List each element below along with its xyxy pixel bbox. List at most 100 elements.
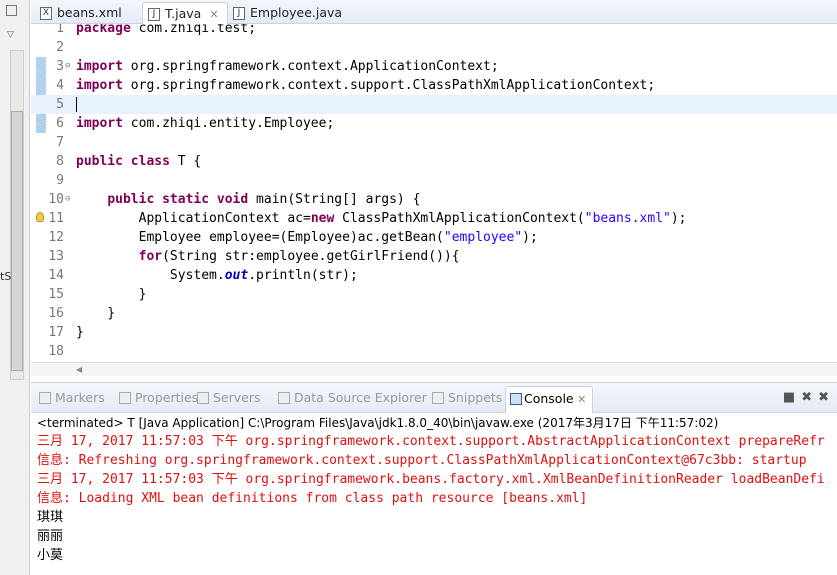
code-editor[interactable]: 1 package com.zhiqi.test; 2 3 ⊖ import org.sp… [31,24,837,362]
panel-tab-data-source-explorer[interactable]: Data Source Explorer [276,390,427,406]
console-line: 琪琪 [37,510,64,525]
fold-icon[interactable]: ⊖ [65,57,70,76]
partial-text: tS [0,270,12,283]
code-line[interactable]: 17} [31,323,837,342]
code-line[interactable]: 14 System.out.println(str); [31,266,837,285]
code-line[interactable]: 18 [31,342,837,361]
code-text: } [76,323,84,342]
code-line[interactable]: 8 public class T { [31,152,837,171]
warning-lightbulb-icon[interactable] [36,212,44,222]
line-number: 7 [56,135,64,150]
code-token: package [76,24,131,36]
line-number: 14 [48,268,64,283]
code-line[interactable]: 10 ⊖ public static void main(String[] arg… [31,190,837,209]
properties-icon [119,392,131,404]
code-token: import [76,78,123,93]
code-token: static [162,192,210,207]
scroll-left-icon[interactable]: ◀ [76,363,82,377]
code-line[interactable]: 7 [31,133,837,152]
tab-label: Markers [55,390,105,405]
code-token: ); [522,230,538,245]
panel-tab-console[interactable]: Console ✕ [505,386,594,413]
code-line[interactable]: 13 for(String str:employee.getGirlFriend… [31,247,837,266]
tab-t-java[interactable]: J T.java ✕ [142,2,228,24]
scrollbar-thumb[interactable] [11,111,23,371]
code-line[interactable]: 1 package com.zhiqi.test; [31,24,837,38]
tab-label: T.java [165,6,202,21]
left-view-strip: ▽ tS [0,0,30,575]
code-token: "employee" [443,230,523,245]
code-line[interactable]: 9 [31,171,837,190]
console-output[interactable]: 三月 17, 2017 11:57:03 下午 org.springframew… [31,432,837,565]
code-text: import org.springframework.context.suppo… [76,76,655,95]
code-line[interactable]: 11 ApplicationContext ac=new ClassPathXm… [31,209,837,228]
tab-label: Snippets [448,390,503,405]
code-line[interactable]: 2 [31,38,837,57]
code-line[interactable]: 6 import com.zhiqi.entity.Employee; [31,114,837,133]
code-line[interactable]: 15 } [31,285,837,304]
console-line: 信息: Loading XML bean definitions from cl… [37,491,588,506]
code-token: ApplicationContext [76,211,288,226]
line-number: 5 [56,97,64,112]
vertical-scrollbar[interactable] [10,50,24,380]
code-token: for [138,249,163,264]
line-number: 8 [56,154,64,169]
code-token: main(String[] args) { [248,192,421,207]
panel-tab-markers[interactable]: Markers [37,390,105,406]
panel-tab-servers[interactable]: Servers [195,390,261,406]
code-token: void [216,192,249,207]
line-number: 3 [56,59,64,74]
code-line[interactable]: 4 import org.springframework.context.supp… [31,76,837,95]
code-token: : [248,249,257,264]
line-number: 2 [56,40,64,55]
panel-tab-properties[interactable]: Properties [117,390,198,406]
code-token: = [302,211,311,226]
console-line: 丽丽 [37,529,64,544]
xml-file-icon: X [40,7,52,20]
code-token: (String [162,249,225,264]
horizontal-scrollbar[interactable]: ◀ [31,362,837,376]
line-number: 17 [48,325,64,340]
fold-icon[interactable]: ⊖ [65,190,70,209]
tab-beans-xml[interactable]: Xbeans.xml [35,2,122,24]
tab-label: Employee.java [250,5,343,20]
snippets-icon [432,392,444,404]
code-text: public class T { [76,152,201,171]
code-token: public [76,154,123,169]
remove-launch-icon[interactable]: ✖ [801,390,818,405]
code-text: for(String str:employee.getGirlFriend())… [76,247,460,266]
code-text: } [76,285,147,304]
code-token: new [310,211,335,226]
remove-all-launches-icon[interactable]: ✖ [818,390,835,405]
maximize-icon[interactable] [6,5,17,16]
code-line[interactable]: 12 Employee employee=(Employee)ac.getBea… [31,228,837,247]
code-token: } [76,287,147,302]
markers-icon [39,392,51,404]
code-line[interactable]: 3 ⊖ import org.springframework.context.App… [31,57,837,76]
code-line[interactable]: 16 } [31,304,837,323]
close-tab-icon[interactable]: ✕ [574,393,586,406]
tab-employee-java[interactable]: J Employee.java [228,2,342,24]
code-token: "beans.xml" [584,211,671,226]
terminate-icon[interactable]: ■ [783,390,801,405]
code-token: import [76,116,123,131]
line-number: 16 [48,306,64,321]
code-line[interactable]: 5 [31,95,837,114]
panel-tab-snippets[interactable]: Snippets [430,390,502,406]
code-token: ac [287,211,303,226]
code-text: import org.springframework.context.Appli… [76,57,499,76]
close-tab-icon[interactable]: ✕ [209,8,218,21]
line-number: 18 [48,344,64,359]
code-text: ApplicationContext ac=new ClassPathXmlAp… [76,209,687,228]
console-line: 三月 17, 2017 11:57:03 下午 org.springframew… [37,472,825,487]
code-token: org.springframework.context.ApplicationC… [122,59,499,74]
view-menu-icon[interactable]: ▽ [7,30,14,40]
code-token: str [318,268,343,283]
tab-label: Console [524,391,574,406]
tab-label: Data Source Explorer [294,390,427,405]
code-text: System.out.println(str); [76,266,358,285]
